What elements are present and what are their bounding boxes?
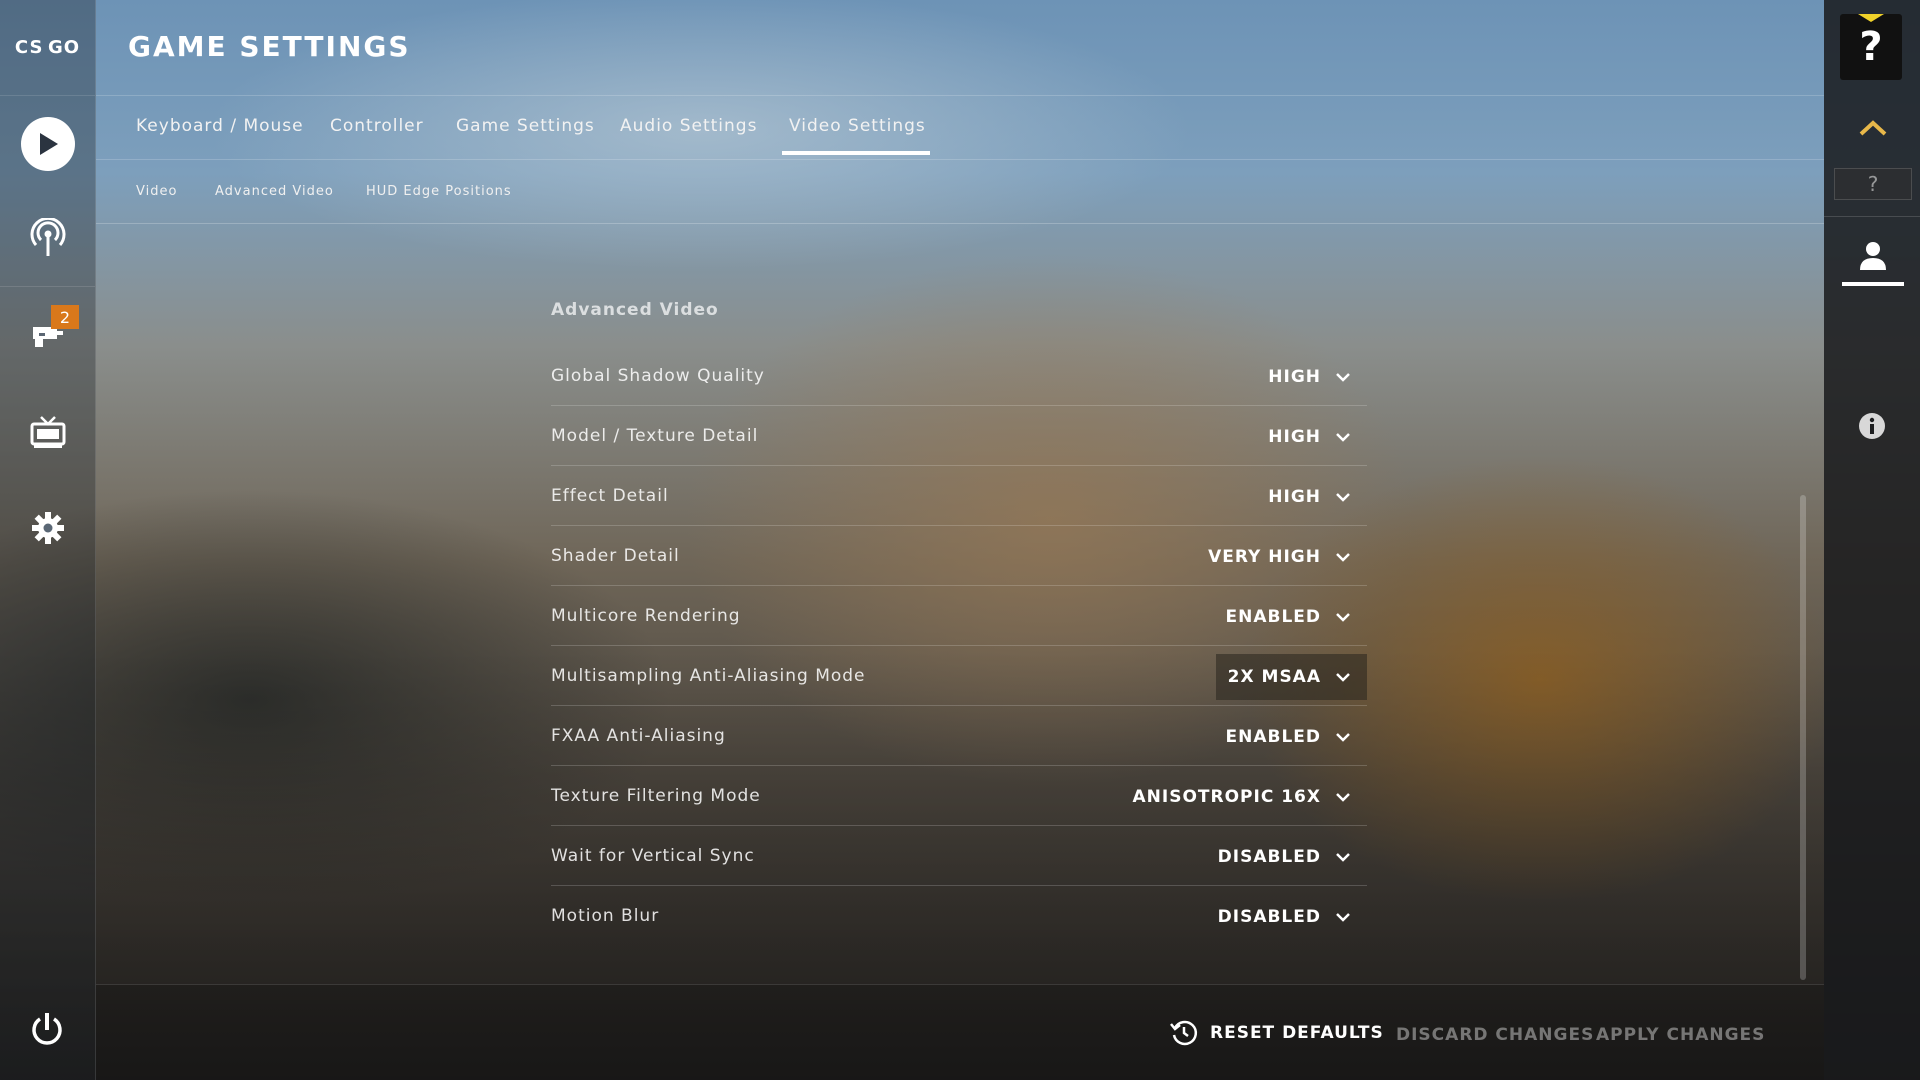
chevron-down-icon [1336,733,1350,742]
video-subtabs: Video Advanced Video HUD Edge Positions [96,160,1824,224]
setting-dropdown-texture-filtering[interactable]: ANISOTROPIC 16X [1121,774,1368,820]
gear-icon [31,512,64,544]
chevron-down-icon [1336,853,1350,862]
settings-tabs: Keyboard / Mouse Controller Game Setting… [96,96,1824,160]
setting-label: Wait for Vertical Sync [551,846,755,866]
chevron-down-icon [1336,493,1350,502]
setting-label: Multicore Rendering [551,606,741,626]
chevron-down-icon [1336,373,1350,382]
sidebar-broadcast-button[interactable] [0,198,95,278]
setting-dropdown-global-shadow-quality[interactable]: HIGH [1256,354,1367,400]
page-header: GAME SETTINGS [96,0,1824,96]
sidebar-inventory-button[interactable] [0,296,95,376]
power-icon [32,1013,62,1045]
setting-dropdown-shader-detail[interactable]: VERY HIGH [1196,534,1367,580]
subtab-video[interactable]: Video [136,184,177,199]
setting-value: DISABLED [1217,907,1321,927]
play-icon [20,117,75,171]
reset-defaults-button[interactable]: RESET DEFAULTS [1170,1019,1384,1047]
csgo-logo[interactable]: CS GO [0,0,95,96]
setting-row-effect-detail: Effect Detail HIGH [551,466,1367,526]
sidebar-play-button[interactable] [0,104,95,184]
chevron-down-icon [1336,793,1350,802]
setting-dropdown-effect-detail[interactable]: HIGH [1256,474,1367,520]
subtab-hud-edge-positions[interactable]: HUD Edge Positions [366,184,512,199]
small-help-icon: ? [1867,172,1879,196]
reset-defaults-label: RESET DEFAULTS [1210,1023,1384,1043]
power-button[interactable] [27,1010,67,1050]
setting-label: Effect Detail [551,486,669,506]
chevron-down-icon [1336,553,1350,562]
profile-button[interactable] [1842,230,1904,286]
setting-dropdown-msaa-mode[interactable]: 2X MSAA [1215,654,1367,700]
setting-value: ANISOTROPIC 16X [1132,787,1321,807]
setting-row-motion-blur: Motion Blur DISABLED [551,886,1367,945]
history-icon [1170,1020,1198,1046]
setting-row-global-shadow-quality: Global Shadow Quality HIGH [551,346,1367,406]
chevron-up-icon[interactable] [1858,118,1888,138]
help-button[interactable]: ? [1840,14,1902,80]
help-icon: ? [1859,24,1883,70]
sidebar-divider [0,286,95,287]
logo-text: CS GO [14,37,81,58]
sidebar-settings-button[interactable] [0,488,95,568]
advanced-video-panel: Advanced Video Global Shadow Quality HIG… [551,300,1367,945]
chevron-down-icon [1336,433,1350,442]
setting-value: DISABLED [1217,847,1321,867]
page-title: GAME SETTINGS [128,30,411,63]
tab-audio-settings[interactable]: Audio Settings [620,116,757,136]
setting-label: Texture Filtering Mode [551,786,761,806]
screen: CS GO 2 GAME SETTINGS Keyboard / Mouse C… [0,0,1920,1080]
tab-game-settings[interactable]: Game Settings [456,116,595,136]
discard-changes-button[interactable]: DISCARD CHANGES [1396,1025,1594,1045]
setting-dropdown-motion-blur[interactable]: DISABLED [1206,894,1367,940]
setting-value: 2X MSAA [1227,667,1321,687]
setting-row-fxaa: FXAA Anti-Aliasing ENABLED [551,706,1367,766]
tab-keyboard-mouse[interactable]: Keyboard / Mouse [136,116,304,136]
setting-dropdown-multicore-rendering[interactable]: ENABLED [1213,594,1367,640]
setting-row-model-texture-detail: Model / Texture Detail HIGH [551,406,1367,466]
friends-panel: ? ? [1824,0,1920,1080]
chevron-down-icon [1336,913,1350,922]
setting-label: Multisampling Anti-Aliasing Mode [551,666,866,686]
settings-footer: RESET DEFAULTS DISCARD CHANGES APPLY CHA… [96,984,1824,1080]
setting-label: Shader Detail [551,546,680,566]
setting-label: Global Shadow Quality [551,366,765,386]
broadcast-icon [30,218,65,256]
setting-dropdown-vertical-sync[interactable]: DISABLED [1206,834,1367,880]
chevron-down-icon [1336,673,1350,682]
right-panel-divider [1824,216,1920,217]
setting-value: ENABLED [1225,607,1321,627]
tv-icon [30,416,65,448]
setting-value: ENABLED [1225,727,1321,747]
small-help-button[interactable]: ? [1834,168,1912,200]
setting-row-multicore-rendering: Multicore Rendering ENABLED [551,586,1367,646]
user-icon [1860,242,1886,270]
setting-value: HIGH [1268,427,1321,447]
subtab-advanced-video[interactable]: Advanced Video [215,184,334,199]
sidebar-watch-button[interactable] [0,392,95,472]
setting-label: Motion Blur [551,906,660,926]
apply-changes-button[interactable]: APPLY CHANGES [1596,1025,1765,1045]
setting-row-msaa-mode: Multisampling Anti-Aliasing Mode 2X MSAA [551,646,1367,706]
setting-dropdown-fxaa[interactable]: ENABLED [1213,714,1367,760]
setting-label: Model / Texture Detail [551,426,759,446]
settings-scrollbar[interactable] [1800,495,1806,980]
main-sidebar: CS GO 2 [0,0,96,1080]
setting-dropdown-model-texture-detail[interactable]: HIGH [1256,414,1367,460]
setting-row-vertical-sync: Wait for Vertical Sync DISABLED [551,826,1367,886]
setting-value: VERY HIGH [1208,547,1321,567]
tab-controller[interactable]: Controller [330,116,424,136]
setting-row-texture-filtering: Texture Filtering Mode ANISOTROPIC 16X [551,766,1367,826]
setting-label: FXAA Anti-Aliasing [551,726,726,746]
inventory-badge: 2 [51,305,79,329]
chevron-down-icon [1336,613,1350,622]
info-icon[interactable] [1858,412,1886,440]
tab-video-settings[interactable]: Video Settings [782,116,930,155]
setting-value: HIGH [1268,367,1321,387]
setting-row-shader-detail: Shader Detail VERY HIGH [551,526,1367,586]
setting-value: HIGH [1268,487,1321,507]
section-title: Advanced Video [551,300,719,320]
